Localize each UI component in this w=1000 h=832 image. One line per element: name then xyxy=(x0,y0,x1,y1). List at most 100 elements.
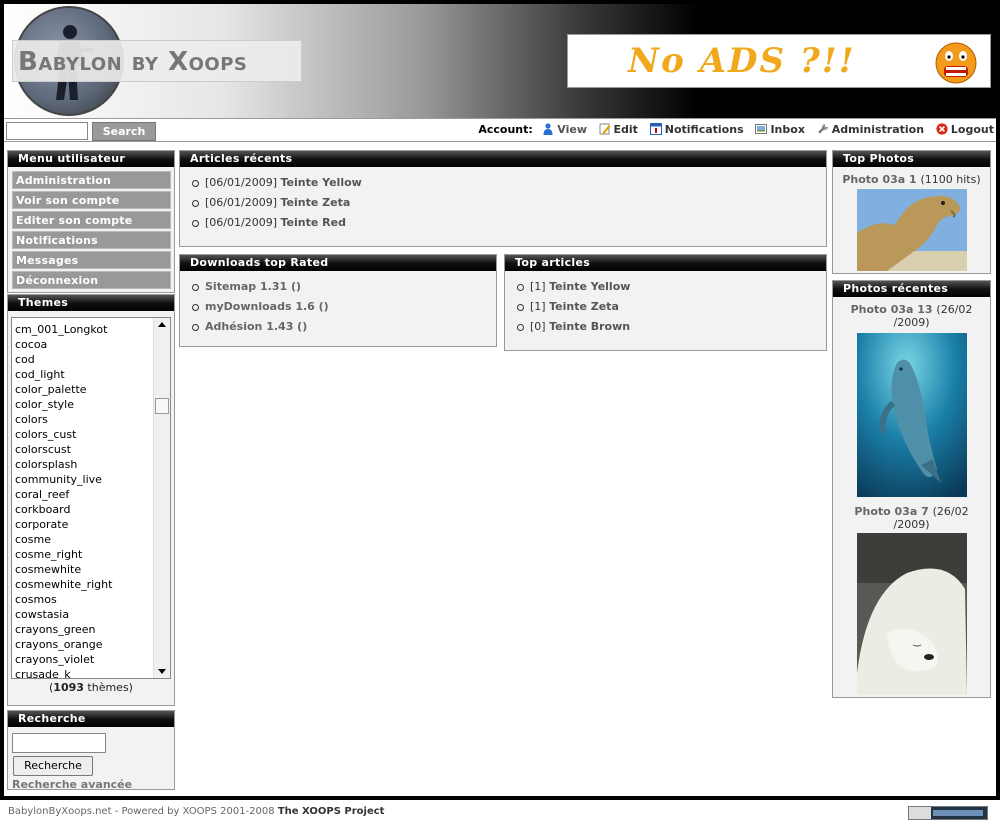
theme-option[interactable]: colors_cust xyxy=(12,427,170,442)
search-block-input[interactable] xyxy=(12,733,106,753)
article-link[interactable]: Teinte Brown xyxy=(549,320,630,333)
scroll-up-icon[interactable] xyxy=(157,320,167,328)
page-frame: Babylon by Xoops No ADS ?!! Search Accou… xyxy=(0,0,1000,800)
search-block-button[interactable]: Recherche xyxy=(13,756,93,776)
top-articles-block: Top articles [1] Teinte Yellow [1] Teint… xyxy=(504,254,827,351)
advanced-search-link[interactable]: Recherche avancée xyxy=(12,778,132,791)
theme-option[interactable]: cosmos xyxy=(12,592,170,607)
theme-option[interactable]: coral_reef xyxy=(12,487,170,502)
theme-option[interactable]: corkboard xyxy=(12,502,170,517)
themes-select-list[interactable]: cm_001_Longkot cocoa cod cod_light color_pal… xyxy=(11,317,171,679)
theme-option[interactable]: cosme xyxy=(12,532,170,547)
article-link[interactable]: Teinte Red xyxy=(280,216,345,229)
theme-option[interactable]: color_palette xyxy=(12,382,170,397)
theme-option[interactable]: colorsplash xyxy=(12,457,170,472)
theme-option[interactable]: colors xyxy=(12,412,170,427)
user-icon xyxy=(543,123,553,135)
logout-icon xyxy=(936,123,948,135)
menu-item-view-account[interactable]: Voir son compte xyxy=(12,191,171,209)
top-photo-link[interactable]: Photo 03a 1 xyxy=(842,173,916,186)
account-link-administration[interactable]: Administration xyxy=(817,123,928,136)
site-header: Babylon by Xoops No ADS ?!! xyxy=(4,4,996,118)
account-link-logout[interactable]: Logout xyxy=(936,123,994,136)
top-articles-list: [1] Teinte Yellow [1] Teinte Zeta [0] Te… xyxy=(505,271,826,337)
theme-option[interactable]: crayons_orange xyxy=(12,637,170,652)
top-navbar: Search Account: View Edit Notifications … xyxy=(4,118,996,142)
top-photo-caption: Photo 03a 1 (1100 hits) xyxy=(842,173,981,186)
download-link[interactable]: Adhésion 1.43 () xyxy=(205,320,307,333)
dolphin-photo[interactable] xyxy=(857,333,967,497)
notifications-icon xyxy=(649,123,662,135)
list-item: [1] Teinte Yellow xyxy=(517,277,826,297)
theme-option[interactable]: cocoa xyxy=(12,337,170,352)
theme-option[interactable]: cosmewhite xyxy=(12,562,170,577)
footer-text: BabylonByXoops.net - Powered by XOOPS 20… xyxy=(8,806,385,817)
list-item: [0] Teinte Brown xyxy=(517,317,826,337)
article-link[interactable]: Teinte Yellow xyxy=(280,176,361,189)
theme-option[interactable]: corporate xyxy=(12,517,170,532)
recent-articles-block: Articles récents [06/01/2009] Teinte Yel… xyxy=(179,150,827,247)
scroll-down-icon[interactable] xyxy=(157,668,167,676)
article-link[interactable]: Teinte Zeta xyxy=(549,300,619,313)
downloads-list: Sitemap 1.31 () myDownloads 1.6 () Adhés… xyxy=(180,271,496,337)
theme-option[interactable]: cod xyxy=(12,352,170,367)
theme-option[interactable]: color_style xyxy=(12,397,170,412)
account-link-view[interactable]: View xyxy=(542,123,590,136)
theme-option[interactable]: crayons_violet xyxy=(12,652,170,667)
top-search-input[interactable] xyxy=(6,122,88,140)
menu-item-notifications[interactable]: Notifications xyxy=(12,231,171,249)
download-link[interactable]: Sitemap 1.31 () xyxy=(205,280,301,293)
account-link-edit[interactable]: Edit xyxy=(599,123,642,136)
theme-option[interactable]: cosme_right xyxy=(12,547,170,562)
theme-option[interactable]: colorscust xyxy=(12,442,170,457)
themes-count: (1093 thèmes) xyxy=(49,681,133,694)
recent-photos-block: Photos récentes Photo 03a 13 (26/02 /200… xyxy=(832,280,991,698)
downloads-block: Downloads top Rated Sitemap 1.31 () myDo… xyxy=(179,254,497,347)
banner-text: No ADS ?!! xyxy=(628,41,856,81)
theme-option[interactable]: community_live xyxy=(12,472,170,487)
menu-item-logout[interactable]: Déconnexion xyxy=(12,271,171,289)
top-articles-title: Top articles xyxy=(505,255,826,271)
recent-photo-link[interactable]: Photo 03a 13 xyxy=(851,303,933,316)
theme-option[interactable]: crusade_k xyxy=(12,667,170,678)
theme-option[interactable]: cosmewhite_right xyxy=(12,577,170,592)
polar-bear-photo[interactable] xyxy=(857,533,967,695)
top-photos-title: Top Photos xyxy=(833,151,990,167)
theme-option[interactable]: crayons_green xyxy=(12,622,170,637)
article-link[interactable]: Teinte Yellow xyxy=(549,280,630,293)
scroll-thumb[interactable] xyxy=(155,398,169,414)
recent-articles-title: Articles récents xyxy=(180,151,826,167)
themes-block: Themes cm_001_Longkot cocoa cod cod_light co… xyxy=(7,294,175,706)
account-link-notifications[interactable]: Notifications xyxy=(649,123,748,136)
account-links: Account: View Edit Notifications Inbox A… xyxy=(478,123,994,136)
themes-title: Themes xyxy=(8,295,174,311)
site-logo-text[interactable]: Babylon by Xoops xyxy=(12,40,302,82)
article-link[interactable]: Teinte Zeta xyxy=(280,196,350,209)
top-search-button[interactable]: Search xyxy=(92,122,156,141)
theme-option[interactable]: cowstasia xyxy=(12,607,170,622)
theme-option[interactable]: cm_001_Longkot xyxy=(12,322,170,337)
themes-items: cm_001_Longkot cocoa cod cod_light color_pal… xyxy=(12,318,170,678)
footer-project-link[interactable]: The XOOPS Project xyxy=(278,806,385,817)
web-design-badge[interactable] xyxy=(908,806,988,820)
recent-photo-link[interactable]: Photo 03a 7 xyxy=(854,505,928,518)
theme-option[interactable]: cod_light xyxy=(12,367,170,382)
recent-photo-caption: Photo 03a 7 (26/02 /2009) xyxy=(854,505,969,531)
download-link[interactable]: myDownloads 1.6 () xyxy=(205,300,329,313)
menu-item-administration[interactable]: Administration xyxy=(12,171,171,189)
list-item: myDownloads 1.6 () xyxy=(192,297,496,317)
recent-articles-list: [06/01/2009] Teinte Yellow [06/01/2009] … xyxy=(180,167,826,233)
user-menu-block: Menu utilisateur Administration Voir son… xyxy=(7,150,175,293)
recent-photo-caption: Photo 03a 13 (26/02 /2009) xyxy=(850,303,973,329)
menu-item-edit-account[interactable]: Editer son compte xyxy=(12,211,171,229)
ad-banner[interactable]: No ADS ?!! xyxy=(567,34,991,88)
camel-photo[interactable] xyxy=(857,189,967,271)
account-link-inbox[interactable]: Inbox xyxy=(755,123,808,136)
pencil-icon xyxy=(599,123,610,135)
themes-scrollbar[interactable] xyxy=(153,318,170,678)
menu-item-messages[interactable]: Messages xyxy=(12,251,171,269)
recent-photos-title: Photos récentes xyxy=(833,281,990,297)
shocked-smiley-icon xyxy=(935,42,977,84)
account-label: Account: xyxy=(478,123,533,136)
list-item: [06/01/2009] Teinte Yellow xyxy=(192,173,826,193)
